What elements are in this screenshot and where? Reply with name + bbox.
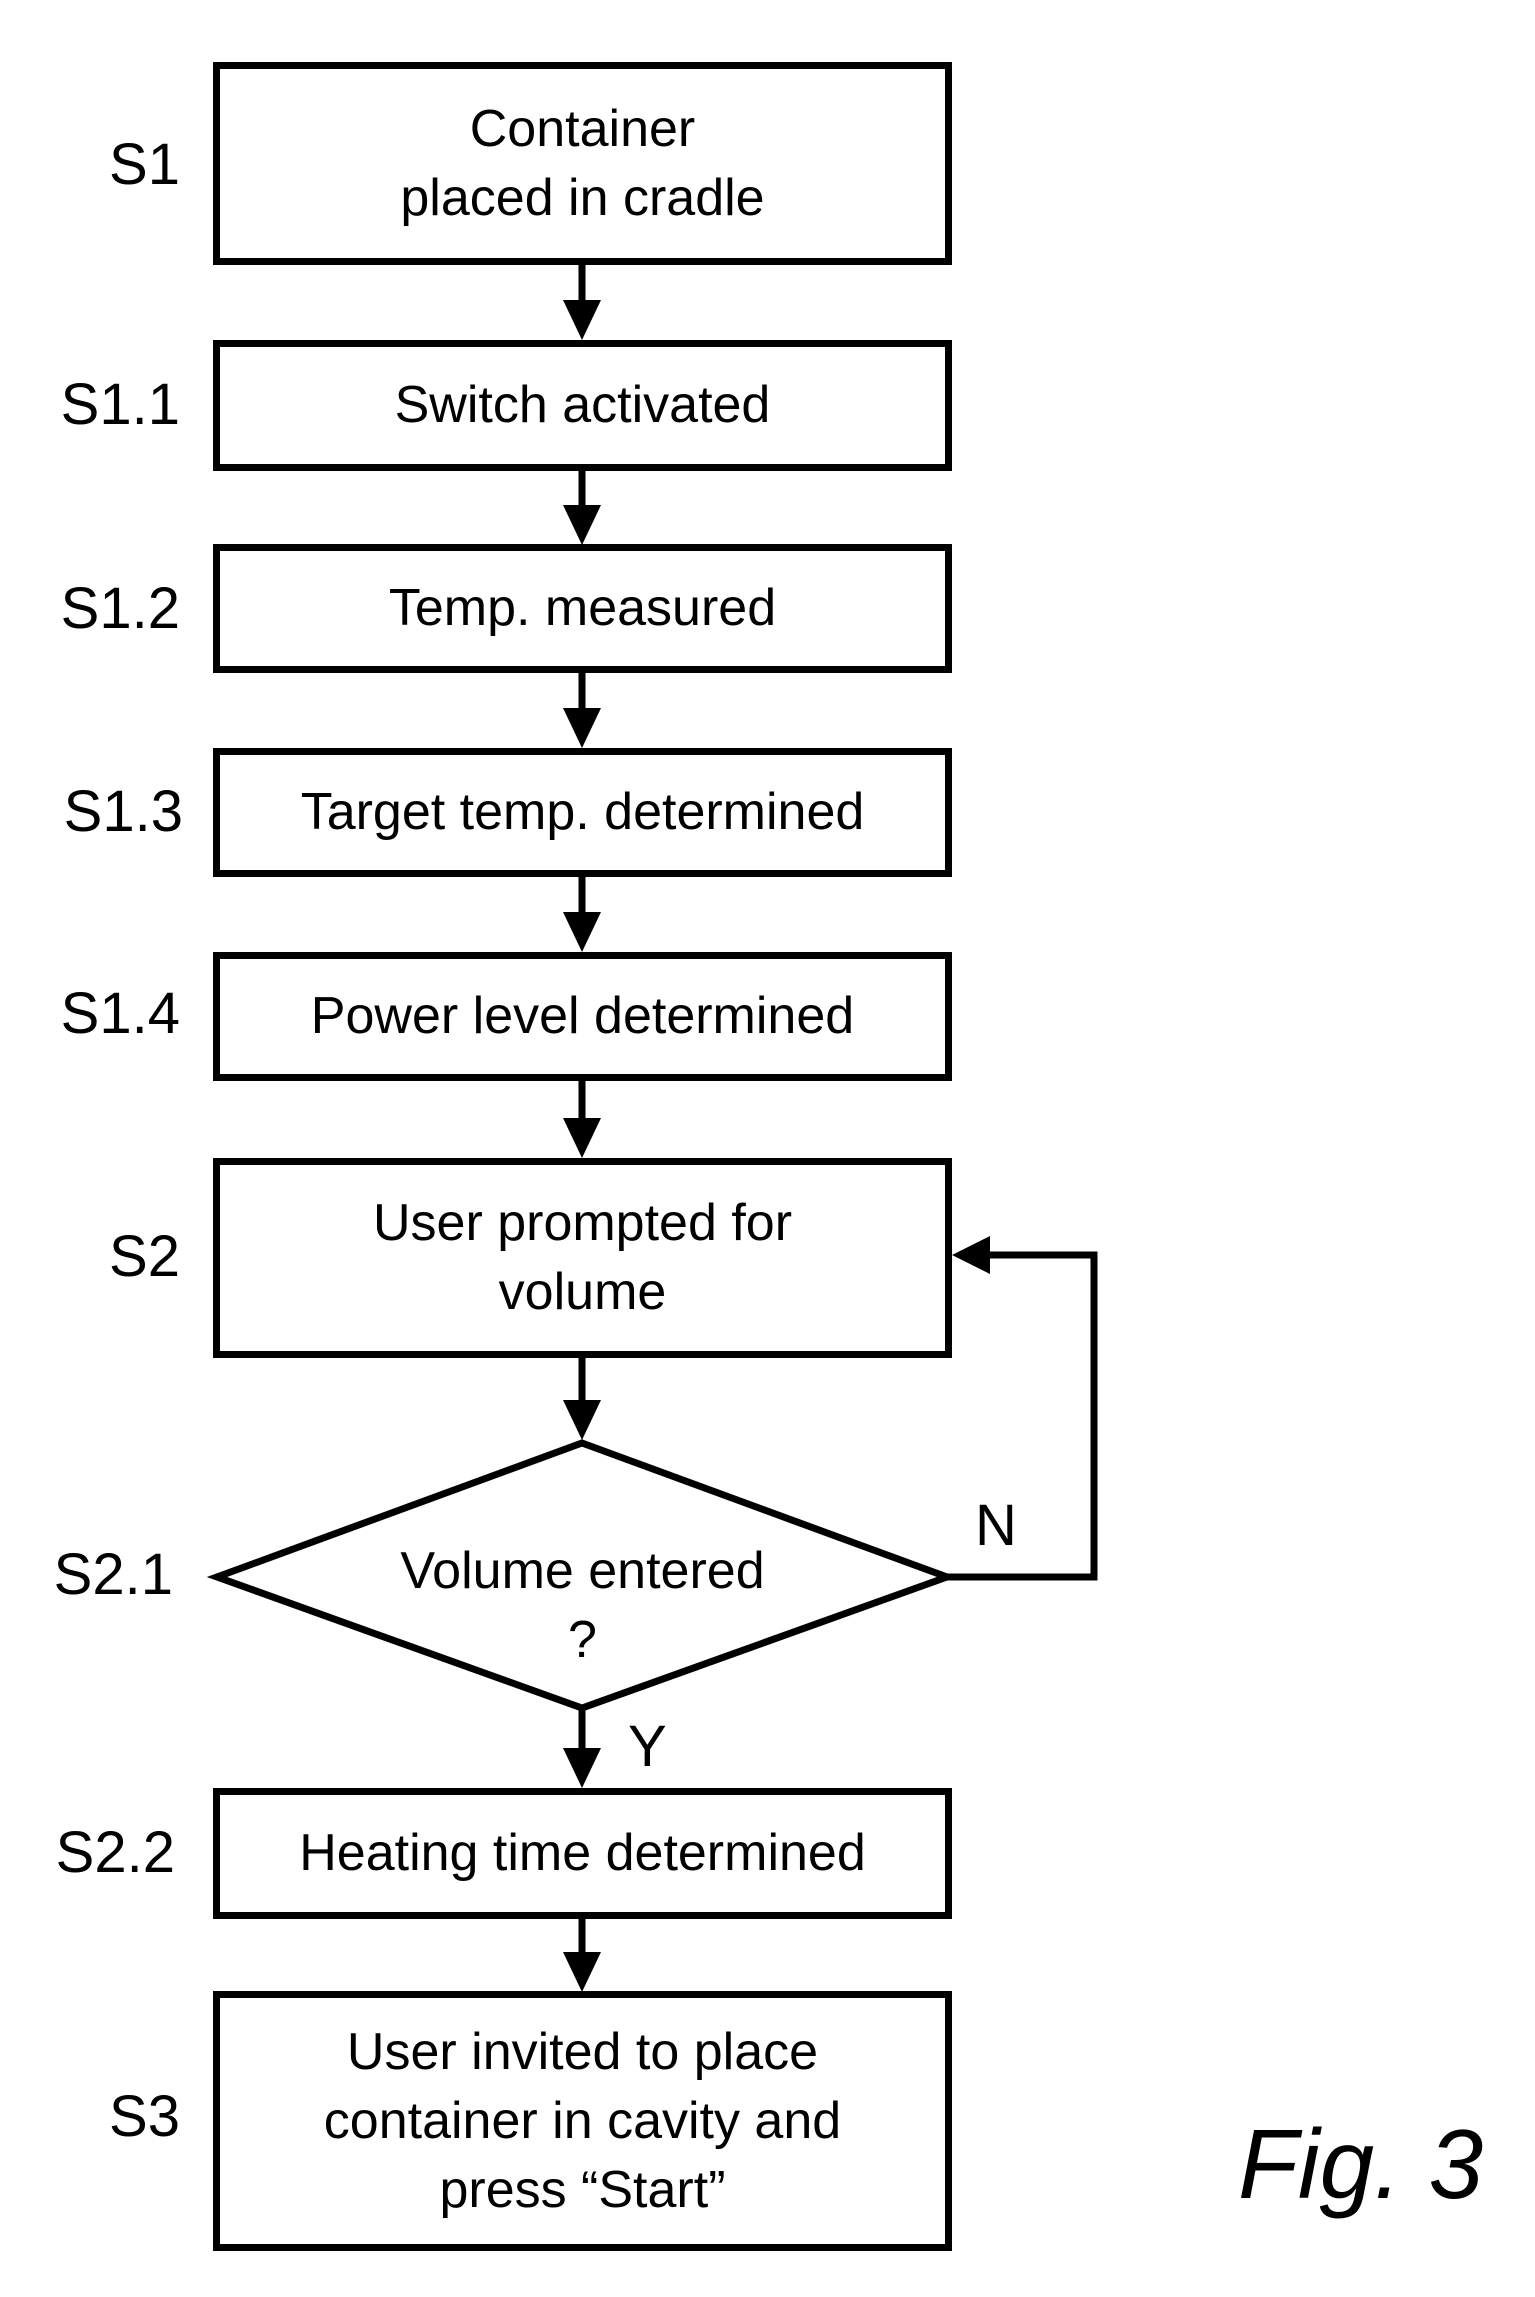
arrowhead-icon bbox=[563, 1952, 601, 1992]
step-id-s1-4: S1.4 bbox=[60, 981, 180, 1046]
arrowhead-icon bbox=[563, 1118, 601, 1158]
process-box-s1-4: Power level determined bbox=[213, 952, 952, 1081]
arrowhead-icon bbox=[563, 1400, 601, 1440]
decision-no-label: N bbox=[975, 1493, 1017, 1558]
loop-back-line bbox=[947, 1251, 1098, 1581]
arrowhead-icon bbox=[952, 1236, 990, 1274]
decision-label: Volume entered ? bbox=[400, 1542, 765, 1669]
step-id-s1-1: S1.1 bbox=[60, 372, 180, 437]
process-box-s1-2: Temp. measured bbox=[213, 544, 952, 673]
step-id-s1-3: S1.3 bbox=[63, 779, 183, 844]
figure-caption: Fig. 3 bbox=[1238, 2109, 1484, 2219]
process-box-s3: User invited to place container in cavit… bbox=[213, 1991, 952, 2251]
process-label: User invited to place container in cavit… bbox=[323, 2022, 842, 2219]
process-label: Target temp. determined bbox=[300, 783, 865, 841]
process-box-s2-2: Heating time determined bbox=[213, 1788, 952, 1919]
arrowhead-icon bbox=[563, 912, 601, 952]
process-label: Switch activated bbox=[394, 376, 771, 434]
step-id-s1: S1 bbox=[109, 132, 180, 197]
step-id-s2-1: S2.1 bbox=[53, 1542, 173, 1607]
process-label: Power level determined bbox=[310, 987, 855, 1045]
process-label: Temp. measured bbox=[388, 579, 777, 637]
step-id-s1-2: S1.2 bbox=[60, 576, 180, 641]
process-label: Container placed in cradle bbox=[400, 99, 765, 227]
step-id-s3: S3 bbox=[109, 2084, 180, 2149]
decision-yes-label: Y bbox=[628, 1714, 667, 1779]
arrowhead-icon bbox=[563, 505, 601, 545]
arrowhead-icon bbox=[563, 1748, 601, 1788]
step-id-s2: S2 bbox=[109, 1224, 180, 1289]
step-id-s2-2: S2.2 bbox=[55, 1820, 175, 1885]
process-box-s1: Container placed in cradle bbox=[213, 62, 952, 265]
process-label: Heating time determined bbox=[299, 1824, 866, 1882]
arrowhead-icon bbox=[563, 300, 601, 340]
process-box-s2: User prompted for volume bbox=[213, 1158, 952, 1358]
process-box-s1-1: Switch activated bbox=[213, 340, 952, 471]
process-label: User prompted for volume bbox=[372, 1194, 793, 1321]
process-box-s1-3: Target temp. determined bbox=[213, 748, 952, 877]
arrowhead-icon bbox=[563, 708, 601, 748]
